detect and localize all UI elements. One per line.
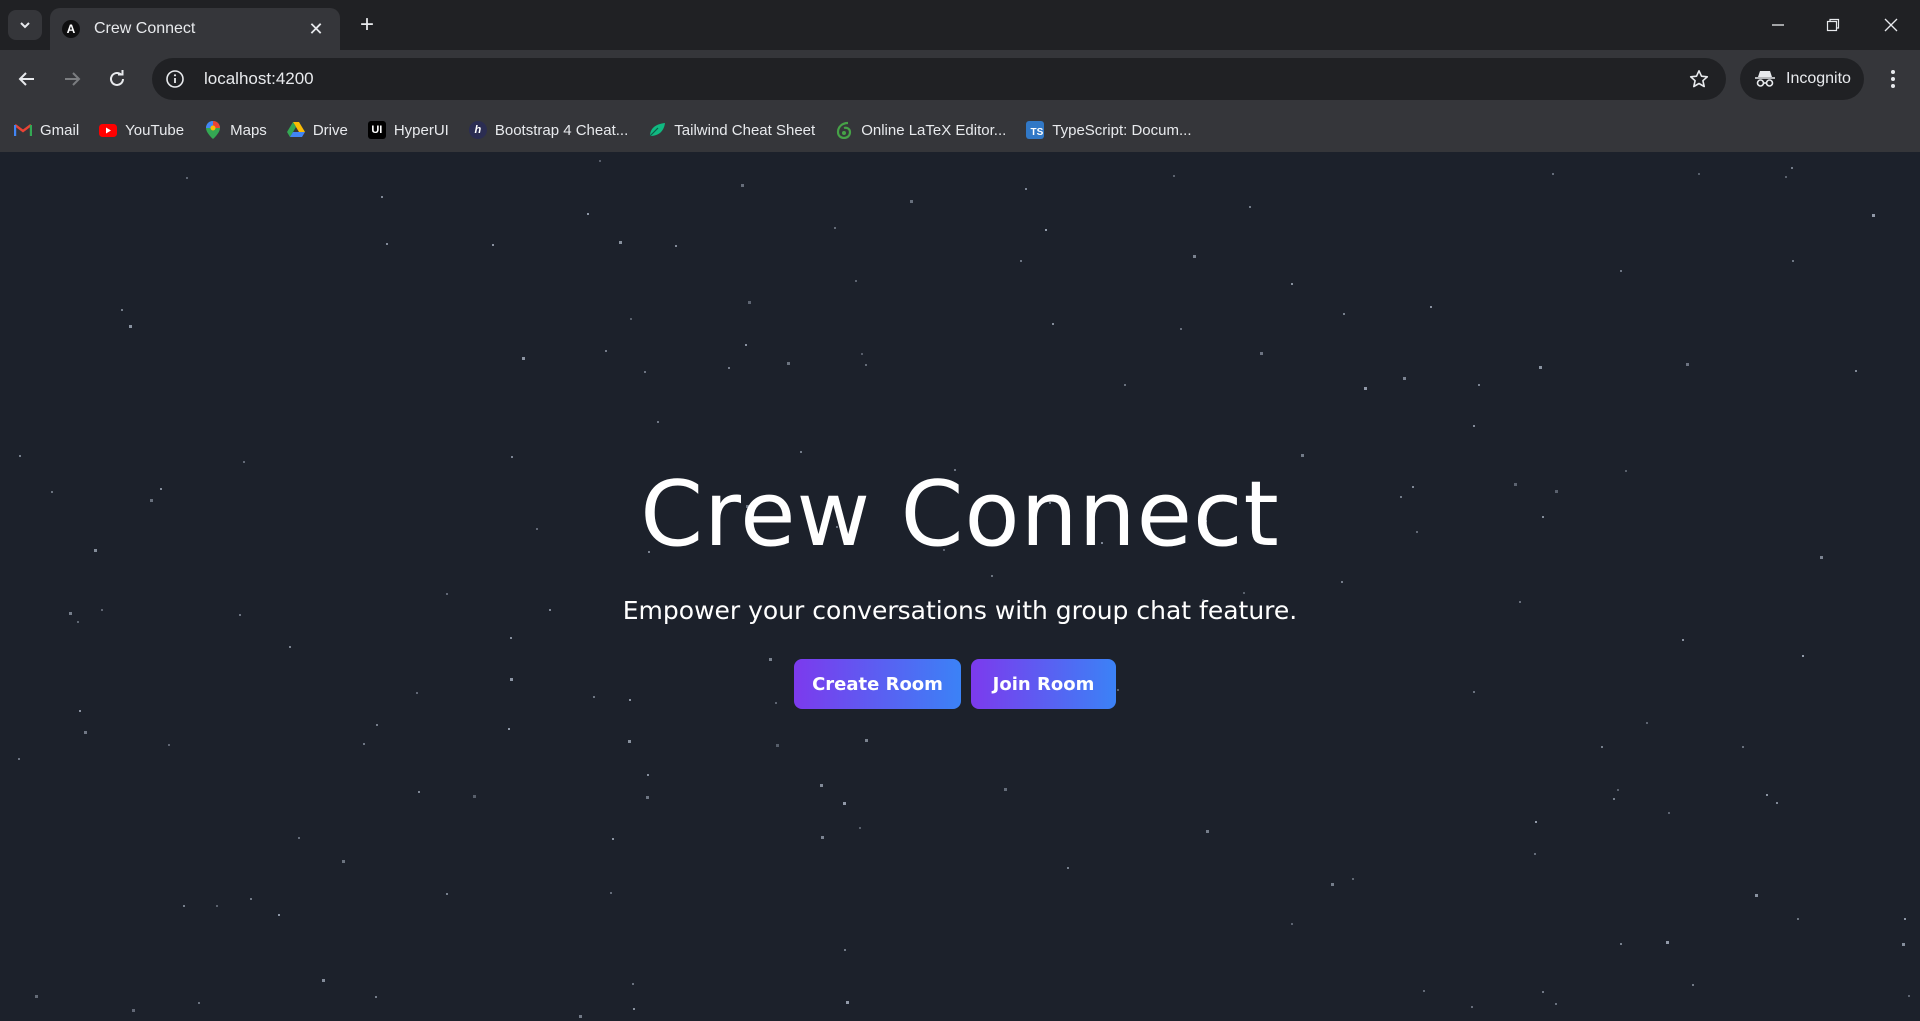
- typescript-icon: TS: [1026, 121, 1045, 139]
- bookmark-label: Drive: [312, 121, 348, 139]
- page-title: Crew Connect: [640, 462, 1280, 567]
- bookmark-drive[interactable]: Drive: [286, 121, 348, 139]
- browser-menu-button[interactable]: [1876, 62, 1910, 96]
- overleaf-icon: [835, 121, 853, 139]
- hero-section: Crew Connect Empower your conversations …: [0, 152, 1920, 1021]
- gmail-icon: [14, 121, 32, 139]
- bookmark-label: Maps: [230, 121, 267, 139]
- reload-icon: [110, 70, 124, 86]
- bookmark-label: YouTube: [125, 121, 185, 139]
- new-tab-button[interactable]: +: [352, 10, 382, 40]
- incognito-badge[interactable]: Incognito: [1740, 58, 1864, 100]
- angular-icon: A: [62, 20, 80, 38]
- browser-titlebar: A Crew Connect ✕ +: [0, 0, 1920, 50]
- tab-title: Crew Connect: [94, 20, 196, 37]
- page-subtitle: Empower your conversations with group ch…: [622, 596, 1298, 625]
- youtube-icon: [99, 121, 118, 139]
- bookmark-tailwind[interactable]: Tailwind Cheat Sheet: [648, 121, 815, 139]
- tab-crew-connect[interactable]: A Crew Connect ✕: [50, 8, 340, 50]
- site-info-icon[interactable]: [164, 68, 186, 90]
- bootstrap-icon: h: [468, 121, 487, 139]
- minimize-button[interactable]: [1755, 8, 1801, 42]
- address-bar[interactable]: localhost:4200: [152, 58, 1726, 100]
- bookmark-label: HyperUI: [393, 121, 449, 139]
- incognito-label: Incognito: [1786, 70, 1851, 87]
- bookmark-label: Gmail: [40, 121, 80, 139]
- incognito-icon: [1755, 71, 1775, 87]
- bookmark-label: TypeScript: Docum...: [1052, 121, 1192, 139]
- bookmark-maps[interactable]: Maps: [204, 121, 267, 139]
- tailwind-icon: [648, 121, 666, 139]
- app-page: Crew Connect Empower your conversations …: [0, 152, 1920, 1021]
- bookmark-youtube[interactable]: YouTube: [99, 121, 184, 139]
- minimize-icon: [1772, 24, 1784, 26]
- maps-icon: [204, 121, 222, 139]
- bookmarks-bar: Gmail YouTube Maps Drive UI HyperUI h Bo…: [0, 108, 1920, 152]
- create-room-button[interactable]: Create Room: [794, 659, 961, 709]
- more-vert-icon: [1891, 70, 1895, 88]
- url-text[interactable]: localhost:4200: [204, 69, 1684, 89]
- tab-search-button[interactable]: [8, 10, 42, 40]
- reload-button[interactable]: [100, 62, 134, 96]
- close-icon: [1884, 18, 1898, 32]
- join-room-button[interactable]: Join Room: [971, 659, 1116, 709]
- back-button[interactable]: [10, 62, 44, 96]
- close-window-button[interactable]: [1868, 8, 1914, 42]
- forward-button[interactable]: [55, 62, 89, 96]
- bookmark-typescript[interactable]: TS TypeScript: Docum...: [1026, 121, 1192, 139]
- bookmark-label: Online LaTeX Editor...: [861, 121, 1007, 139]
- bookmark-hyperui[interactable]: UI HyperUI: [367, 121, 449, 139]
- browser-toolbar: localhost:4200 Incognito: [0, 50, 1920, 108]
- arrow-right-icon: [65, 72, 81, 86]
- bookmark-gmail[interactable]: Gmail: [14, 121, 79, 139]
- bookmark-overleaf[interactable]: Online LaTeX Editor...: [835, 121, 1006, 139]
- restore-icon: [1826, 18, 1840, 32]
- arrow-left-icon: [18, 72, 34, 86]
- bookmark-star-icon[interactable]: [1684, 64, 1714, 94]
- hyperui-icon: UI: [367, 121, 386, 139]
- restore-button[interactable]: [1810, 8, 1856, 42]
- chevron-down-icon: [20, 22, 30, 29]
- bookmark-bootstrap[interactable]: h Bootstrap 4 Cheat...: [468, 121, 629, 139]
- bookmark-label: Tailwind Cheat Sheet: [674, 121, 816, 139]
- tab-close-icon[interactable]: ✕: [304, 19, 328, 40]
- drive-icon: [286, 121, 305, 139]
- bookmark-label: Bootstrap 4 Cheat...: [494, 121, 629, 139]
